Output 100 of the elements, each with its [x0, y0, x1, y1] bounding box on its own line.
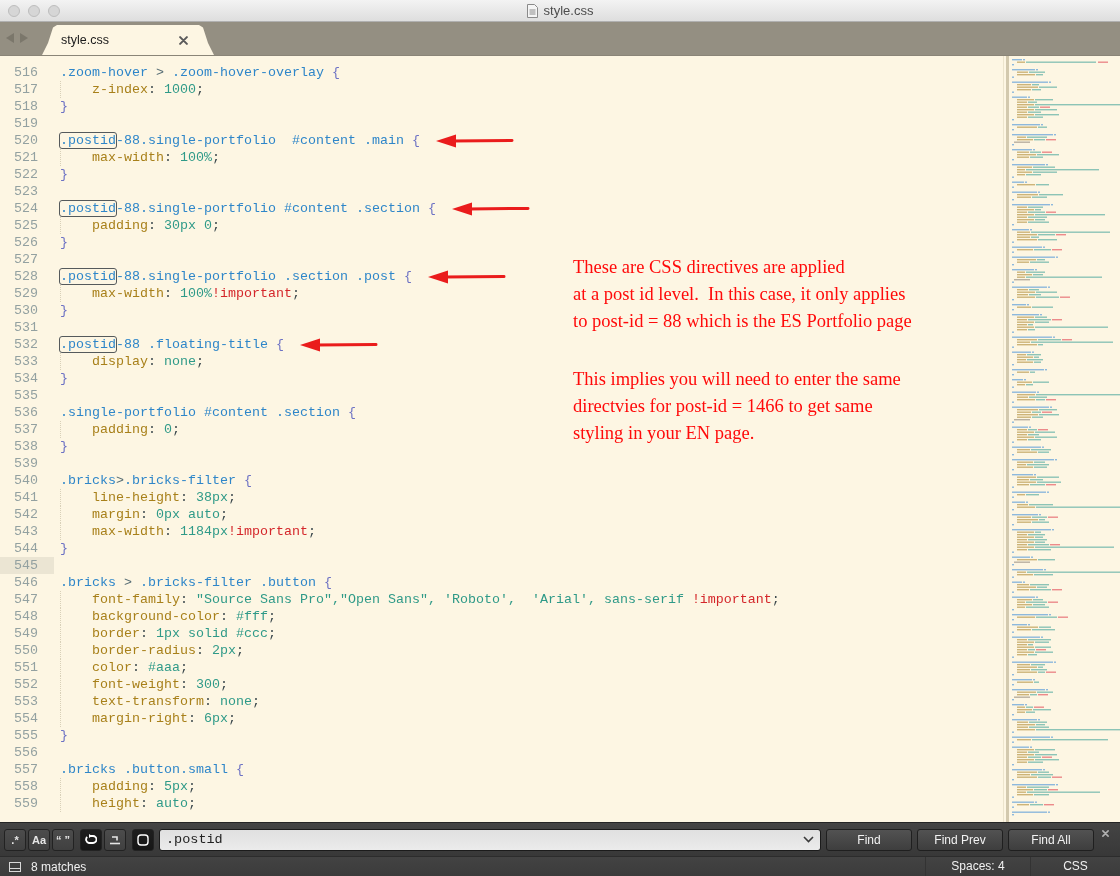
code-text: .bricks .button.small { [60, 761, 244, 778]
search-match: .postid [59, 132, 117, 149]
line-number: 519 [13, 115, 39, 132]
line-number: 532 [13, 336, 39, 353]
line-number: 545 [0, 557, 54, 574]
line-number: 558 [13, 778, 39, 795]
syntax-setting[interactable]: CSS [1030, 857, 1120, 876]
in-selection-icon [109, 834, 121, 845]
line-number: 538 [13, 438, 39, 455]
code-text: margin-right: 6px; [92, 710, 236, 727]
line-number: 526 [13, 234, 39, 251]
document-icon [526, 3, 538, 18]
close-icon[interactable] [1101, 830, 1109, 837]
find-button[interactable]: Find Prev [917, 828, 1003, 851]
code-text: .bricks>.bricks-filter { [60, 472, 252, 489]
option-toggle[interactable] [80, 828, 102, 851]
line-number: 551 [13, 659, 39, 676]
window-title: style.css [543, 2, 594, 19]
line-number: 537 [13, 421, 39, 438]
annotation-text: This implies you will need to enter the same directvies for post-id = 1466 to get same styling in your EN page. [573, 368, 902, 445]
code-text: -88 .floating-title { [116, 336, 284, 353]
tab[interactable]: style.css [42, 25, 214, 55]
code-text: z-index: 1000; [92, 81, 204, 98]
option-toggle[interactable]: Aa [28, 828, 50, 851]
line-number: 536 [13, 404, 39, 421]
code-text: -88.single-portfolio .section .post { [116, 268, 412, 285]
code-text: border: 1px solid #ccc; [92, 625, 276, 642]
code-text: } [60, 98, 68, 115]
line-number: 540 [13, 472, 39, 489]
search-match: .postid [59, 336, 117, 353]
code-text: } [60, 370, 68, 387]
code-text: .single-portfolio #content .section { [60, 404, 356, 421]
line-number: 542 [13, 506, 39, 523]
panel-icon[interactable] [9, 861, 21, 872]
code-text: border-radius: 2px; [92, 642, 244, 659]
line-number: 534 [13, 370, 39, 387]
line-number: 547 [13, 591, 39, 608]
close-icon[interactable] [179, 35, 188, 45]
annotation-text: These are CSS directives are applied at a post id level. In this case, it only applies to post-id = 88 which is the ES Portfolio page [573, 256, 912, 333]
search-field[interactable]: .postid [159, 828, 821, 851]
option-toggle[interactable] [132, 828, 154, 851]
find-button[interactable]: Find All [1008, 828, 1094, 851]
line-number: 517 [13, 81, 39, 98]
line-number: 535 [13, 387, 39, 404]
line-number: 556 [13, 744, 39, 761]
line-number: 520 [13, 132, 39, 149]
code-text: color: #aaa; [92, 659, 188, 676]
code-text: font-weight: 300; [92, 676, 228, 693]
line-number: 531 [13, 319, 39, 336]
line-number: 554 [13, 710, 39, 727]
line-number: 522 [13, 166, 39, 183]
option-toggle[interactable]: .* [4, 828, 26, 851]
indentation-setting[interactable]: Spaces: 4 [925, 857, 1030, 876]
find-button[interactable]: Find [826, 828, 912, 851]
line-number: 518 [13, 98, 39, 115]
code-text: display: none; [92, 353, 204, 370]
line-number: 550 [13, 642, 39, 659]
code-text: text-transform: none; [92, 693, 260, 710]
line-number: 525 [13, 217, 39, 234]
rounded-square-icon [137, 833, 149, 846]
code-text: } [60, 727, 68, 744]
code-text: max-width: 100%; [92, 149, 220, 166]
search-match: .postid [59, 200, 117, 217]
code-text: height: auto; [92, 795, 196, 812]
line-number: 527 [13, 251, 39, 268]
line-number: 555 [13, 727, 39, 744]
code-text: -88.single-portfolio #content .section { [116, 200, 436, 217]
search-match: .postid [59, 268, 117, 285]
line-number: 530 [13, 302, 39, 319]
code-text: font-family: "Source Sans Pro","Open Sans", 'Roboto', 'Arial', sans-serif !important; [92, 591, 780, 608]
match-count: 8 matches [31, 858, 87, 875]
code-text: padding: 30px 0; [92, 217, 220, 234]
line-number: 548 [13, 608, 39, 625]
line-number: 549 [13, 625, 39, 642]
wrap-icon [85, 834, 97, 845]
line-number: 544 [13, 540, 39, 557]
chevron-down-icon[interactable] [803, 836, 814, 843]
code-text: -88.single-portfolio #content .main { [116, 132, 420, 149]
code-text: max-width: 100%!important; [92, 285, 300, 302]
code-text: .bricks > .bricks-filter .button { [60, 574, 332, 591]
line-number: 523 [13, 183, 39, 200]
line-number: 533 [13, 353, 39, 370]
line-number: 552 [13, 676, 39, 693]
line-number: 543 [13, 523, 39, 540]
line-number: 524 [13, 200, 39, 217]
code-text: } [60, 166, 68, 183]
line-number: 559 [13, 795, 39, 812]
code-text: } [60, 540, 68, 557]
line-number: 539 [13, 455, 39, 472]
code-text: background-color: #fff; [92, 608, 276, 625]
code-text: margin: 0px auto; [92, 506, 228, 523]
code-text: .zoom-hover > .zoom-hover-overlay { [60, 64, 340, 81]
option-toggle[interactable] [104, 828, 126, 851]
line-number: 553 [13, 693, 39, 710]
line-number: 541 [13, 489, 39, 506]
code-text: padding: 5px; [92, 778, 196, 795]
option-toggle[interactable]: “ ” [52, 828, 74, 851]
line-number: 528 [13, 268, 39, 285]
code-text: } [60, 234, 68, 251]
code-text: max-width: 1184px!important; [92, 523, 316, 540]
